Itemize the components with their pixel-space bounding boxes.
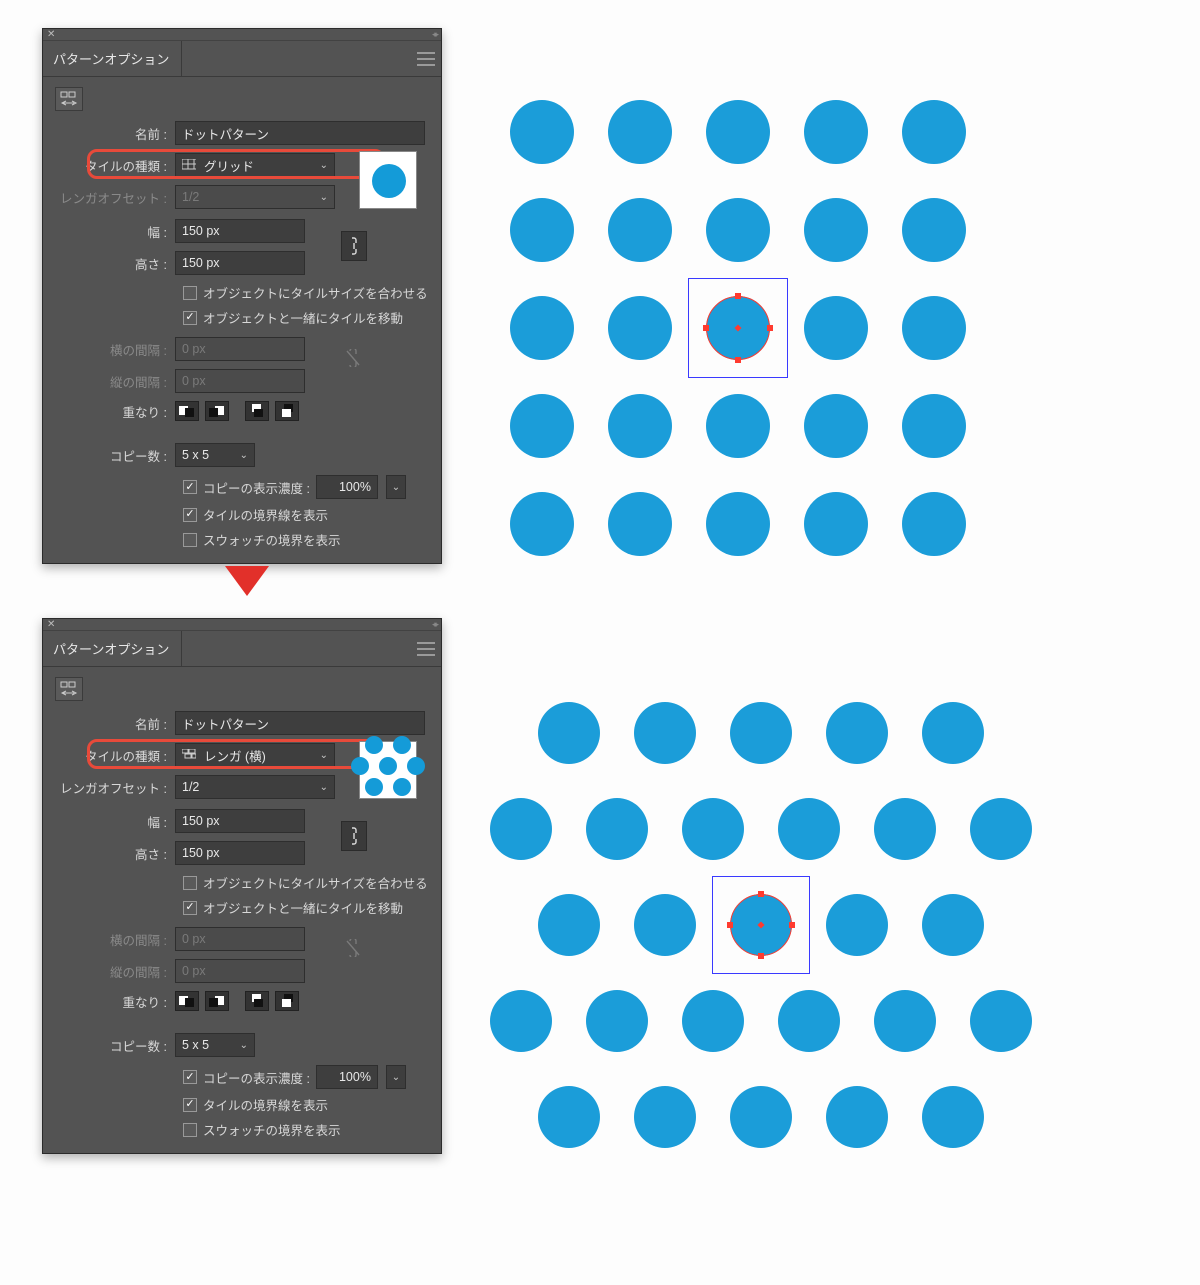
checkbox-show-swatch-bounds-label: スウォッチの境界を表示 xyxy=(203,530,341,549)
brick-offset-select[interactable]: 1/2⌄ xyxy=(175,775,335,799)
copies-select[interactable]: 5 x 5⌄ xyxy=(175,443,255,467)
label-v-spacing: 縦の間隔 : xyxy=(55,962,175,981)
label-name: 名前 : xyxy=(55,714,175,733)
label-height: 高さ : xyxy=(55,844,175,863)
label-h-spacing: 横の間隔 : xyxy=(55,930,175,949)
chevron-down-icon: ⌄ xyxy=(320,750,328,761)
pattern-options-panel: ✕ ◂▸ パターンオプション 名前 : ドットパターン タイルの種類 : xyxy=(42,28,442,564)
label-width: 幅 : xyxy=(55,812,175,831)
label-brick-offset: レンガオフセット : xyxy=(55,188,175,207)
checkbox-dim-copies[interactable] xyxy=(183,1070,197,1084)
dim-copies-value[interactable]: 100% xyxy=(316,475,378,499)
copies-select[interactable]: 5 x 5⌄ xyxy=(175,1033,255,1057)
overlap-top-front-button[interactable] xyxy=(245,991,269,1011)
pattern-swatch-preview xyxy=(359,151,417,209)
tile-type-select[interactable]: レンガ (横) ⌄ xyxy=(175,743,335,767)
height-field[interactable]: 150 px xyxy=(175,841,305,865)
overlap-button-group xyxy=(175,401,299,421)
label-h-spacing: 横の間隔 : xyxy=(55,340,175,359)
tab-strip: パターンオプション xyxy=(43,631,441,667)
pattern-swatch-preview xyxy=(359,741,417,799)
checkbox-move-with-art[interactable] xyxy=(183,901,197,915)
pattern-preview-brick xyxy=(490,702,1050,1132)
drag-grip-icon[interactable]: ◂▸ xyxy=(432,619,437,630)
checkbox-size-to-art-label: オブジェクトにタイルサイズを合わせる xyxy=(203,283,428,302)
dim-copies-value[interactable]: 100% xyxy=(316,1065,378,1089)
tile-type-value: レンガ (横) xyxy=(204,746,266,765)
checkbox-size-to-art[interactable] xyxy=(183,286,197,300)
label-width: 幅 : xyxy=(55,222,175,241)
checkbox-show-tile-edge[interactable] xyxy=(183,1098,197,1112)
overlap-bottom-front-button[interactable] xyxy=(275,991,299,1011)
width-field[interactable]: 150 px xyxy=(175,809,305,833)
label-v-spacing: 縦の間隔 : xyxy=(55,372,175,391)
arrow-down-icon xyxy=(225,566,269,596)
pattern-options-panel: ✕ ◂▸ パターンオプション 名前 : ドットパターン タイルの種類 : xyxy=(42,618,442,1154)
checkbox-dim-copies[interactable] xyxy=(183,480,197,494)
brick-offset-select: 1/2⌄ xyxy=(175,185,335,209)
width-field[interactable]: 150 px xyxy=(175,219,305,243)
overlap-right-front-button[interactable] xyxy=(205,401,229,421)
checkbox-show-tile-edge[interactable] xyxy=(183,508,197,522)
tab-strip: パターンオプション xyxy=(43,41,441,77)
checkbox-show-tile-edge-label: タイルの境界線を表示 xyxy=(203,505,328,524)
brick-row-type-icon xyxy=(182,749,196,761)
panel-titlebar[interactable]: ✕ ◂▸ xyxy=(43,29,441,41)
overlap-button-group xyxy=(175,991,299,1011)
checkbox-show-swatch-bounds[interactable] xyxy=(183,1123,197,1137)
tab-pattern-options[interactable]: パターンオプション xyxy=(43,41,182,76)
label-copies: コピー数 : xyxy=(55,446,175,465)
pattern-preview-grid xyxy=(510,100,1000,530)
h-spacing-field: 0 px xyxy=(175,927,305,951)
v-spacing-field: 0 px xyxy=(175,959,305,983)
chevron-down-icon[interactable]: ⌄ xyxy=(386,475,406,499)
pattern-tile-tool-icon[interactable] xyxy=(55,87,83,111)
overlap-left-front-button[interactable] xyxy=(175,991,199,1011)
label-overlap: 重なり : xyxy=(55,992,175,1011)
overlap-top-front-button[interactable] xyxy=(245,401,269,421)
name-field[interactable]: ドットパターン xyxy=(175,121,425,145)
pattern-tile-tool-icon[interactable] xyxy=(55,677,83,701)
v-spacing-field: 0 px xyxy=(175,369,305,393)
grid-type-icon xyxy=(182,159,196,171)
label-height: 高さ : xyxy=(55,254,175,273)
panel-titlebar[interactable]: ✕ ◂▸ xyxy=(43,619,441,631)
overlap-left-front-button[interactable] xyxy=(175,401,199,421)
panel-menu-icon[interactable] xyxy=(417,642,435,656)
label-brick-offset: レンガオフセット : xyxy=(55,778,175,797)
chevron-down-icon[interactable]: ⌄ xyxy=(386,1065,406,1089)
tile-type-select[interactable]: グリッド ⌄ xyxy=(175,153,335,177)
close-icon[interactable]: ✕ xyxy=(47,30,55,40)
overlap-right-front-button[interactable] xyxy=(205,991,229,1011)
panel-menu-icon[interactable] xyxy=(417,52,435,66)
label-tile-type: タイルの種類 : xyxy=(55,156,175,175)
label-tile-type: タイルの種類 : xyxy=(55,746,175,765)
chevron-down-icon: ⌄ xyxy=(320,160,328,171)
checkbox-move-with-art-label: オブジェクトと一緒にタイルを移動 xyxy=(203,308,403,327)
height-field[interactable]: 150 px xyxy=(175,251,305,275)
checkbox-move-with-art[interactable] xyxy=(183,311,197,325)
label-overlap: 重なり : xyxy=(55,402,175,421)
checkbox-show-swatch-bounds[interactable] xyxy=(183,533,197,547)
close-icon[interactable]: ✕ xyxy=(47,620,55,630)
name-field[interactable]: ドットパターン xyxy=(175,711,425,735)
tile-type-value: グリッド xyxy=(204,156,254,175)
h-spacing-field: 0 px xyxy=(175,337,305,361)
checkbox-size-to-art[interactable] xyxy=(183,876,197,890)
tab-pattern-options[interactable]: パターンオプション xyxy=(43,631,182,666)
checkbox-dim-copies-label: コピーの表示濃度 : xyxy=(203,478,310,497)
drag-grip-icon[interactable]: ◂▸ xyxy=(432,29,437,40)
overlap-bottom-front-button[interactable] xyxy=(275,401,299,421)
label-copies: コピー数 : xyxy=(55,1036,175,1055)
label-name: 名前 : xyxy=(55,124,175,143)
